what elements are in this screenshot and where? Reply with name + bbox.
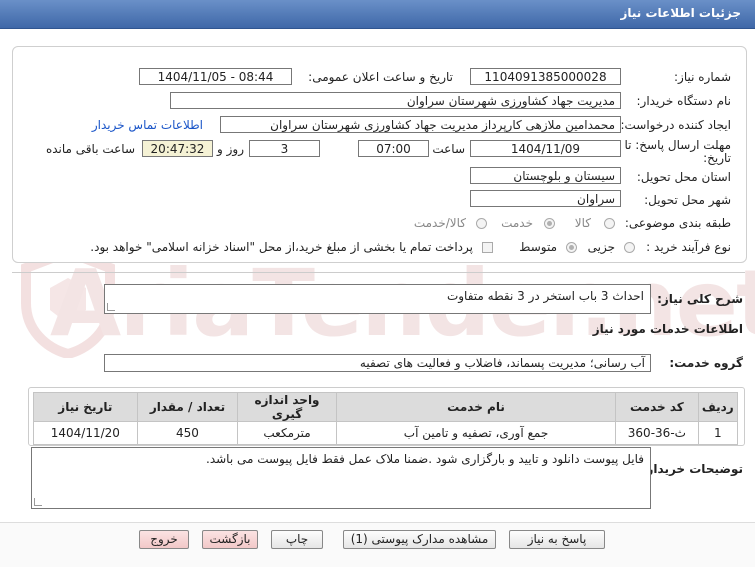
- category-radio-goods-service[interactable]: [476, 218, 487, 229]
- treasury-payment-checkbox[interactable]: [482, 242, 493, 253]
- service-group-label: گروه خدمت:: [669, 356, 743, 370]
- window-title-bar: جزئیات اطلاعات نیاز: [0, 0, 755, 29]
- announce-datetime-field: 1404/11/05 - 08:44: [139, 68, 292, 85]
- need-number-label: شماره نیاز:: [674, 70, 731, 84]
- cell-quantity: 450: [136, 421, 239, 445]
- resize-grip-icon[interactable]: [34, 498, 42, 506]
- col-service-name-header: نام خدمت: [335, 392, 617, 422]
- process-radio-minor[interactable]: [624, 242, 635, 253]
- deadline-date-field: 1404/11/09: [470, 140, 621, 157]
- cell-service-code: ث-36-360: [615, 421, 699, 445]
- requester-label: ایجاد کننده درخواست:: [620, 118, 731, 132]
- need-summary-field: احداث 3 باب استخر در 3 نقطه متفاوت: [104, 284, 651, 314]
- category-radio-goods[interactable]: [604, 218, 615, 229]
- deadline-label-date: تاریخ:: [703, 151, 731, 165]
- cell-unit: مترمکعب: [237, 421, 337, 445]
- table-row: 1 ث-36-360 جمع آوری، تصفیه و تامین آب مت…: [33, 421, 739, 445]
- process-option-medium: متوسط: [519, 240, 557, 254]
- province-label: استان محل تحویل:: [636, 170, 731, 184]
- category-option-goods-service: کالا/خدمت: [413, 216, 466, 230]
- col-need-date-header: تاریخ نیاز: [33, 392, 138, 422]
- process-option-minor: جزیی: [587, 240, 615, 254]
- announce-datetime-label: تاریخ و ساعت اعلان عمومی:: [308, 70, 453, 84]
- buyer-notes-text: فایل پیوست دانلود و تایید و بارگزاری شود…: [206, 452, 644, 466]
- back-button[interactable]: بازگشت: [202, 530, 258, 549]
- services-table: ردیف کد خدمت نام خدمت واحد اندازه گیری ت…: [33, 392, 739, 445]
- cell-need-date: 1404/11/20: [33, 421, 138, 445]
- city-field: سراوان: [470, 190, 621, 207]
- cell-service-name: جمع آوری، تصفیه و تامین آب: [335, 421, 617, 445]
- buyer-org-field: مدیریت جهاد کشاورزی شهرستان سراوان: [170, 92, 621, 109]
- category-option-goods: کالا: [574, 216, 591, 230]
- deadline-time-field: 07:00: [358, 140, 429, 157]
- window-title: جزئیات اطلاعات نیاز: [620, 6, 741, 20]
- requester-field: محمدامین ملازهی کارپرداز مدیریت جهاد کشا…: [220, 116, 621, 133]
- service-group-field: آب رسانی؛ مدیریت پسماند، فاضلاب و فعالیت…: [104, 354, 651, 372]
- process-type-label: نوع فرآیند خرید :: [646, 240, 731, 254]
- buyer-org-label: نام دستگاه خریدار:: [636, 94, 732, 108]
- buyer-notes-label: توضیحات خریدار:: [641, 462, 743, 476]
- resize-grip-icon[interactable]: [107, 303, 115, 311]
- deadline-label: مهلت ارسال پاسخ: تا: [624, 138, 731, 152]
- services-heading: اطلاعات خدمات مورد نیاز: [592, 322, 743, 336]
- section-divider: [12, 272, 745, 273]
- deadline-time-label: ساعت: [432, 142, 465, 156]
- treasury-payment-note: پرداخت تمام یا بخشی از مبلغ خرید،از محل …: [90, 240, 473, 254]
- remaining-time-label: ساعت باقی مانده: [45, 142, 135, 156]
- category-label: طبقه بندی موضوعی:: [624, 216, 731, 230]
- need-summary-label: شرح کلی نیاز:: [657, 292, 743, 306]
- col-row-header: ردیف: [697, 392, 739, 422]
- category-option-service: خدمت: [501, 216, 533, 230]
- print-button[interactable]: چاپ: [271, 530, 323, 549]
- exit-button[interactable]: خروج: [139, 530, 189, 549]
- view-attachments-button[interactable]: مشاهده مدارک پیوستی (1): [343, 530, 496, 549]
- need-number-field: 1104091385000028: [470, 68, 621, 85]
- need-summary-text: احداث 3 باب استخر در 3 نقطه متفاوت: [446, 289, 644, 303]
- province-field: سیستان و بلوچستان: [470, 167, 621, 184]
- remaining-time-field: 20:47:32: [142, 140, 213, 157]
- category-radio-service[interactable]: [544, 218, 555, 229]
- reply-button[interactable]: پاسخ به نیاز: [509, 530, 605, 549]
- city-label: شهر محل تحویل:: [644, 193, 731, 207]
- process-radio-medium[interactable]: [566, 242, 577, 253]
- remaining-days-field: 3: [249, 140, 320, 157]
- buyer-contact-link[interactable]: اطلاعات تماس خریدار: [92, 118, 203, 132]
- buyer-notes-field: فایل پیوست دانلود و تایید و بارگزاری شود…: [31, 447, 651, 509]
- cell-row: 1: [697, 421, 739, 445]
- col-unit-header: واحد اندازه گیری: [237, 392, 337, 422]
- col-quantity-header: تعداد / مقدار: [136, 392, 239, 422]
- col-service-code-header: کد خدمت: [615, 392, 699, 422]
- remaining-days-label: روز و: [217, 142, 244, 156]
- table-header-row: ردیف کد خدمت نام خدمت واحد اندازه گیری ت…: [33, 392, 739, 422]
